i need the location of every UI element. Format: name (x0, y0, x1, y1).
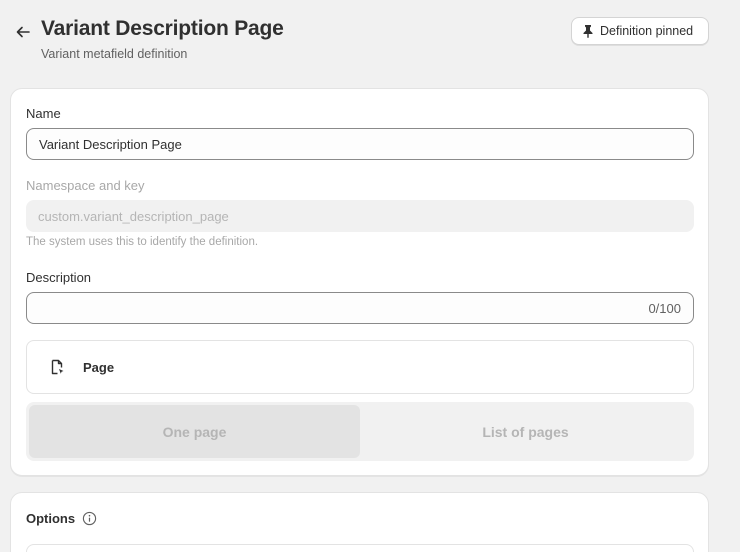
back-button[interactable] (11, 20, 35, 44)
page-subtitle: Variant metafield definition (41, 47, 188, 61)
namespace-label: Namespace and key (26, 178, 145, 193)
namespace-help-text: The system uses this to identify the def… (26, 236, 259, 248)
definition-pinned-label: Definition pinned (600, 24, 694, 38)
page-count-toggle: One page List of pages (26, 402, 694, 461)
page-header: Variant Description Page Variant metafie… (0, 0, 740, 80)
name-value: Variant Description Page (39, 136, 182, 152)
options-card: Options (10, 492, 709, 552)
options-title: Options (26, 511, 76, 526)
name-field[interactable]: Variant Description Page (26, 128, 694, 160)
description-counter: 0/100 (648, 300, 681, 316)
namespace-value: custom.variant_description_page (38, 208, 229, 224)
definition-card: Name Variant Description Page Namespace … (10, 88, 709, 476)
namespace-field: custom.variant_description_page (26, 200, 694, 232)
type-box: Page (26, 340, 694, 394)
name-label: Name (26, 106, 61, 121)
description-field[interactable]: 0/100 (26, 292, 694, 324)
definition-pinned-button[interactable]: Definition pinned (571, 17, 709, 45)
info-icon[interactable] (82, 511, 97, 526)
arrow-left-icon (16, 26, 30, 38)
page-icon (51, 359, 64, 375)
page-title: Variant Description Page (41, 17, 284, 40)
list-of-pages-option[interactable]: List of pages (360, 405, 691, 458)
one-page-option[interactable]: One page (29, 405, 360, 458)
options-field[interactable] (26, 544, 694, 552)
description-label: Description (26, 270, 92, 285)
type-label: Page (83, 359, 115, 375)
pin-icon (583, 25, 593, 38)
